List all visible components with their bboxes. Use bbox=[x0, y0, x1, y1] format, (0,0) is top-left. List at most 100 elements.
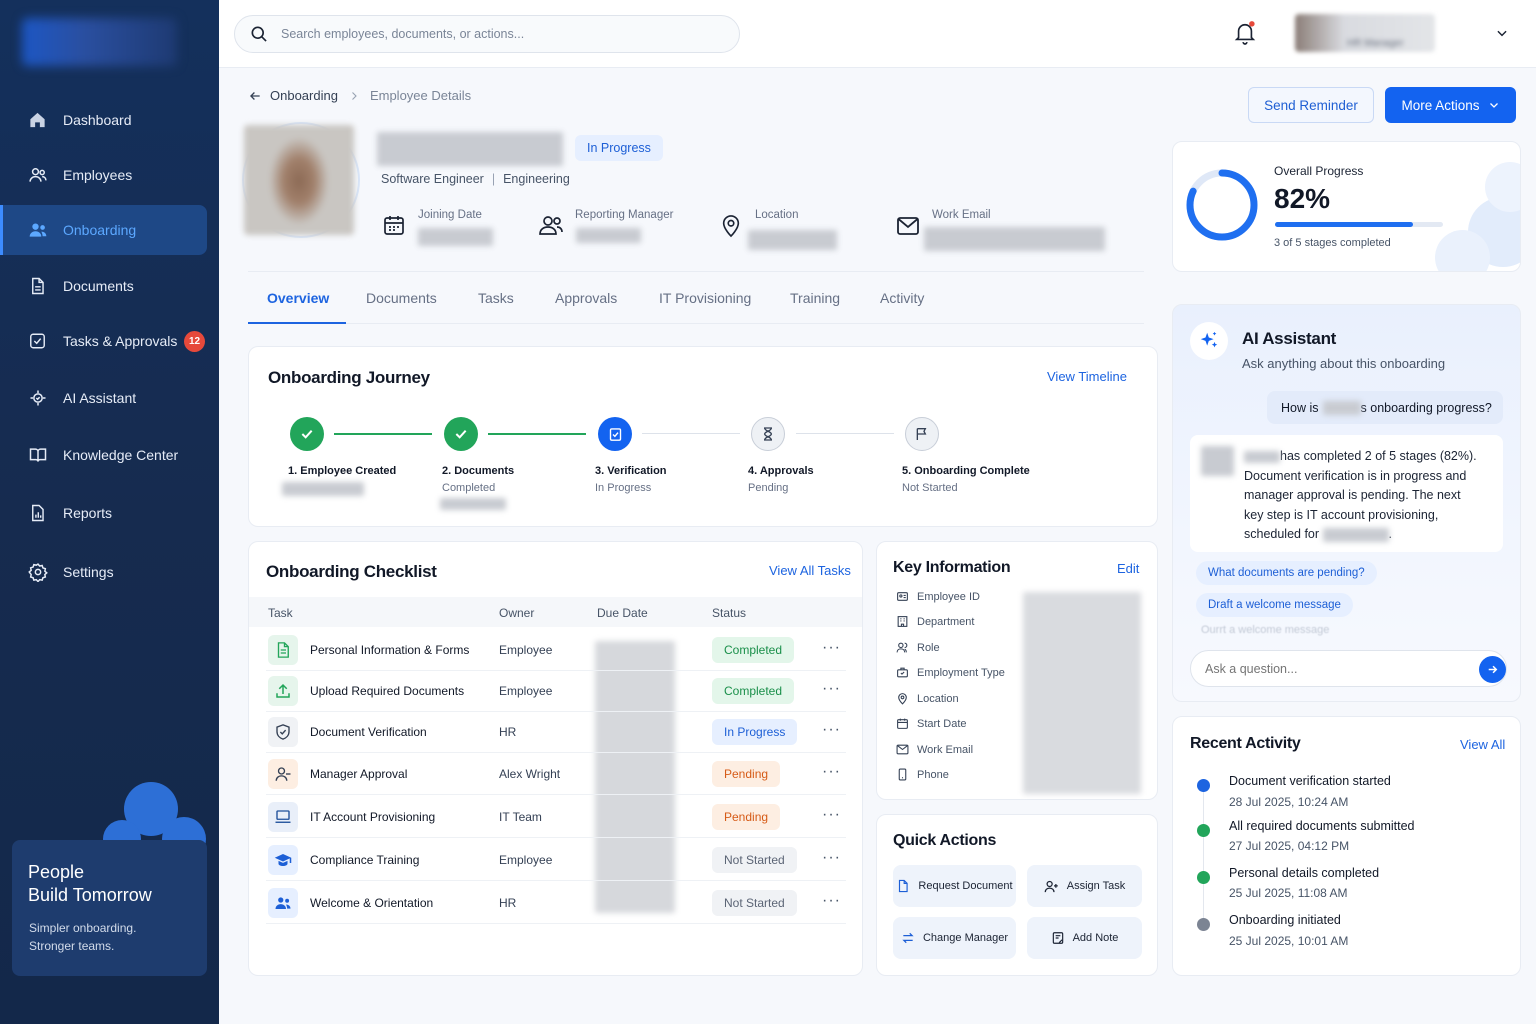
row-more-menu[interactable]: ··· bbox=[822, 721, 841, 739]
timeline-dot bbox=[1197, 824, 1210, 837]
sidebar-item-label: Employees bbox=[63, 167, 133, 183]
row-more-menu[interactable]: ··· bbox=[822, 892, 841, 910]
sidebar-item-documents[interactable]: Documents bbox=[0, 261, 207, 311]
assign-task-button[interactable]: Assign Task bbox=[1027, 865, 1142, 907]
tab-approvals[interactable]: Approvals bbox=[555, 290, 617, 306]
row-more-menu[interactable]: ··· bbox=[822, 680, 841, 698]
onboarding-icon bbox=[28, 220, 48, 240]
task-name: Welcome & Orientation bbox=[310, 896, 434, 910]
search-input[interactable] bbox=[281, 24, 721, 44]
suggestion-chip[interactable]: Draft a welcome message bbox=[1196, 593, 1353, 617]
back-arrow-icon[interactable] bbox=[248, 89, 262, 103]
more-actions-button[interactable]: More Actions bbox=[1385, 87, 1516, 123]
stages-completed-text: 3 of 5 stages completed bbox=[1274, 237, 1391, 249]
row-divider bbox=[266, 670, 846, 671]
redacted-name bbox=[1244, 450, 1280, 463]
journey-step-5-flag-icon bbox=[905, 417, 939, 451]
key-info-row: Employment Type bbox=[896, 666, 1005, 679]
topbar: HR Manager bbox=[219, 0, 1536, 68]
sidebar-item-tasks-approvals[interactable]: Tasks & Approvals 12 bbox=[0, 316, 207, 366]
sidebar-item-settings[interactable]: Settings bbox=[0, 547, 207, 597]
id-card-icon bbox=[897, 592, 908, 601]
search-bar[interactable] bbox=[234, 15, 740, 53]
row-more-menu[interactable]: ··· bbox=[822, 639, 841, 657]
tab-it-provisioning[interactable]: IT Provisioning bbox=[659, 290, 751, 306]
column-header-due-date: Due Date bbox=[597, 606, 648, 620]
send-reminder-button[interactable]: Send Reminder bbox=[1248, 87, 1374, 123]
work-email-label: Work Email bbox=[932, 209, 991, 221]
quick-actions-title: Quick Actions bbox=[893, 832, 997, 849]
ai-input-box[interactable] bbox=[1190, 650, 1507, 687]
location-label: Location bbox=[755, 209, 799, 221]
journey-step-title: 4. Approvals bbox=[748, 465, 814, 477]
book-icon bbox=[28, 445, 48, 465]
redacted-date bbox=[1322, 527, 1389, 542]
journey-step-title: 2. Documents bbox=[442, 465, 515, 477]
row-more-menu[interactable]: ··· bbox=[822, 763, 841, 781]
task-owner: HR bbox=[499, 725, 517, 739]
sidebar-item-ai-assistant[interactable]: AI Assistant bbox=[0, 373, 207, 423]
view-all-tasks-link[interactable]: View All Tasks bbox=[769, 563, 851, 578]
journey-step-4-hourglass-icon bbox=[751, 417, 785, 451]
chevron-down-icon[interactable] bbox=[1495, 26, 1509, 40]
row-more-menu[interactable]: ··· bbox=[822, 806, 841, 824]
sidebar-item-dashboard[interactable]: Dashboard bbox=[0, 95, 207, 145]
note-icon bbox=[1052, 932, 1063, 944]
sidebar-item-knowledge-center[interactable]: Knowledge Center bbox=[0, 430, 207, 480]
tab-active-indicator bbox=[248, 322, 346, 324]
breadcrumb-onboarding-link[interactable]: Onboarding bbox=[270, 88, 338, 103]
task-name: Document Verification bbox=[310, 725, 427, 739]
sidebar-item-label: Documents bbox=[63, 278, 134, 294]
activity-title: Personal details completed bbox=[1229, 866, 1380, 880]
row-divider bbox=[266, 794, 846, 795]
progress-ring bbox=[1186, 169, 1258, 241]
suggestion-chip[interactable]: What documents are pending? bbox=[1196, 561, 1377, 585]
task-owner: Alex Wright bbox=[499, 767, 561, 781]
change-manager-button[interactable]: Change Manager bbox=[893, 917, 1016, 959]
employee-role-line: Software Engineer | Engineering bbox=[381, 172, 570, 186]
add-note-button[interactable]: Add Note bbox=[1027, 917, 1142, 959]
tab-documents[interactable]: Documents bbox=[366, 290, 437, 306]
key-info-row: Work Email bbox=[896, 743, 973, 756]
sidebar-item-employees[interactable]: Employees bbox=[0, 150, 207, 200]
tab-training[interactable]: Training bbox=[790, 290, 840, 306]
tab-tasks[interactable]: Tasks bbox=[478, 290, 514, 306]
sidebar-item-reports[interactable]: Reports bbox=[0, 488, 207, 538]
send-icon[interactable] bbox=[1479, 656, 1506, 683]
sidebar: Dashboard Employees Onboarding Documents… bbox=[0, 0, 219, 1024]
task-owner: Employee bbox=[499, 643, 553, 657]
tab-activity[interactable]: Activity bbox=[880, 290, 924, 306]
journey-step-3-verify-icon bbox=[598, 417, 632, 451]
laptop-icon bbox=[268, 802, 298, 832]
journey-step-sub: Not Started bbox=[902, 482, 958, 494]
journey-step-sub: Completed bbox=[442, 482, 496, 494]
team-icon bbox=[268, 888, 298, 918]
journey-step-1-check-icon bbox=[290, 417, 324, 451]
user-avatar[interactable]: HR Manager bbox=[1295, 14, 1435, 52]
tabs-divider bbox=[346, 323, 1144, 324]
tab-overview[interactable]: Overview bbox=[267, 290, 329, 306]
request-document-button[interactable]: Request Document bbox=[893, 865, 1016, 907]
view-timeline-link[interactable]: View Timeline bbox=[1047, 369, 1127, 384]
tasks-count-badge: 12 bbox=[184, 330, 205, 352]
sidebar-item-onboarding[interactable]: Onboarding bbox=[0, 205, 207, 255]
row-more-menu[interactable]: ··· bbox=[822, 849, 841, 867]
ai-question-input[interactable] bbox=[1205, 660, 1465, 678]
chevron-right-icon bbox=[352, 91, 357, 100]
checklist-title: Onboarding Checklist bbox=[266, 562, 437, 581]
redacted-name bbox=[1322, 400, 1361, 415]
task-owner: Employee bbox=[499, 684, 553, 698]
sparkle-icon bbox=[1190, 322, 1228, 360]
notification-bell-icon[interactable] bbox=[1234, 20, 1256, 46]
view-all-activity-link[interactable]: View All bbox=[1460, 737, 1505, 752]
calendar-icon bbox=[382, 213, 406, 237]
edit-key-info-link[interactable]: Edit bbox=[1117, 561, 1139, 576]
journey-step-title: 3. Verification bbox=[595, 465, 667, 477]
key-info-row: Phone bbox=[896, 768, 949, 781]
progress-bar-fill bbox=[1275, 222, 1413, 227]
chevron-down-icon bbox=[1489, 103, 1498, 108]
more-actions-label: More Actions bbox=[1401, 97, 1480, 113]
joining-date-label: Joining Date bbox=[418, 209, 482, 221]
upload-icon bbox=[268, 676, 298, 706]
promo-title: People Build Tomorrow bbox=[28, 862, 152, 905]
